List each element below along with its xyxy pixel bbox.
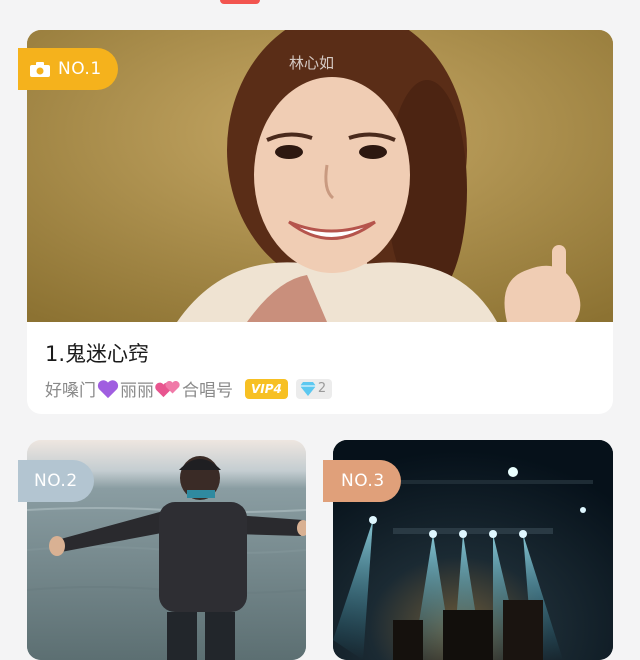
- top-tab-indicator: [220, 0, 260, 4]
- rank-label-1: NO.1: [58, 59, 102, 79]
- rank-badge-2: NO.2: [18, 460, 94, 502]
- meta-name-part2: 丽丽: [120, 381, 154, 401]
- rank-badge-3: NO.3: [323, 460, 401, 502]
- song-meta-row: 好嗓门 丽丽 合唱号 VIP4 2: [45, 376, 333, 401]
- rank-label-2: NO.2: [34, 471, 78, 491]
- diamond-icon: [299, 381, 316, 396]
- featured-song-card[interactable]: 林心如 1.鬼迷心窍 好嗓门 丽丽 合唱号 VIP4 2: [27, 30, 613, 414]
- rank-badge-1: NO.1: [18, 48, 118, 90]
- diamond-count: 2: [317, 381, 327, 396]
- diamond-badge: 2: [295, 378, 333, 399]
- rank-label-3: NO.3: [341, 471, 385, 491]
- purple-heart-icon: [97, 379, 119, 398]
- camera-icon: [30, 61, 50, 77]
- song-title[interactable]: 1.鬼迷心窍: [45, 338, 149, 368]
- vip-badge: VIP4: [245, 378, 288, 399]
- meta-name-part3: 合唱号: [182, 381, 233, 401]
- meta-name-part1: 好嗓门: [45, 381, 96, 401]
- pink-hearts-icon: [155, 380, 180, 397]
- cover-watermark-text: 林心如: [289, 54, 335, 72]
